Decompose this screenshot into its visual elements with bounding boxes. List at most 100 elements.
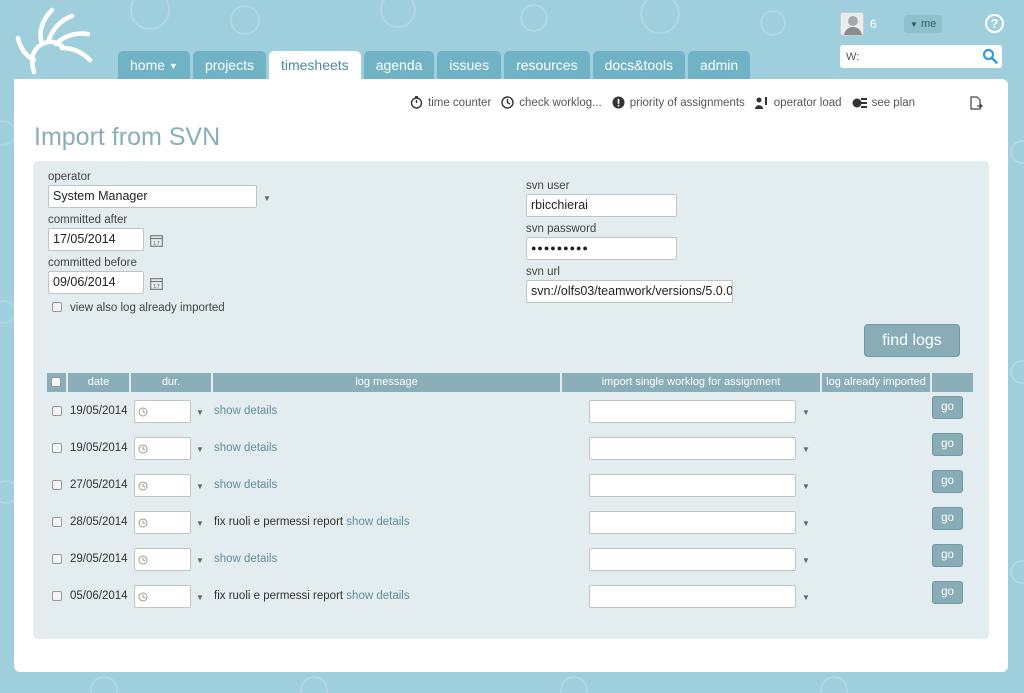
svn-url-field[interactable]: svn://olfs03/teamwork/versions/5.0.0 (526, 280, 733, 303)
chevron-down-icon[interactable]: ▼ (263, 194, 271, 203)
assignment-select[interactable] (589, 548, 796, 571)
duration-field[interactable] (134, 585, 191, 608)
date-column-header[interactable]: date (68, 373, 129, 392)
go-button[interactable]: go (932, 581, 963, 604)
operator-select[interactable]: System Manager (48, 185, 257, 208)
me-menu-button[interactable]: ▼ me (904, 15, 943, 33)
duration-field[interactable] (134, 548, 191, 571)
help-icon[interactable]: ? (985, 14, 1004, 33)
chevron-down-icon[interactable]: ▼ (802, 482, 810, 491)
row-date: 28/05/2014 (70, 516, 128, 528)
svn-user-field[interactable]: rbicchierai (526, 194, 677, 217)
tab-home[interactable]: home ▼ (118, 51, 190, 79)
log-message: fix ruoli e permessi report show details (214, 590, 410, 602)
search-icon[interactable] (982, 48, 998, 64)
plan-icon (852, 98, 867, 108)
assignment-select[interactable] (589, 400, 796, 423)
assignment-select[interactable] (589, 437, 796, 460)
assignment-select[interactable] (589, 474, 796, 497)
clock-icon (138, 518, 148, 528)
svn-user-label: svn user (526, 180, 570, 192)
tab-agenda[interactable]: agenda (363, 51, 435, 79)
go-button[interactable]: go (932, 544, 963, 567)
view-also-imported-checkbox[interactable] (52, 302, 62, 312)
show-details-link[interactable]: show details (346, 590, 409, 602)
svn-password-field[interactable]: ●●●●●●●●● (526, 237, 677, 260)
clock-icon (138, 407, 148, 417)
go-button[interactable]: go (932, 470, 963, 493)
row-checkbox[interactable] (52, 554, 62, 564)
tab-docs-tools[interactable]: docs&tools (592, 51, 686, 79)
chevron-down-icon[interactable]: ▼ (802, 519, 810, 528)
duration-field[interactable] (134, 400, 191, 423)
find-logs-button[interactable]: find logs (864, 324, 960, 357)
tab-timesheets[interactable]: timesheets (268, 51, 361, 79)
show-details-link[interactable]: show details (214, 479, 277, 491)
committed-before-field[interactable]: 09/06/2014 (48, 271, 144, 294)
duration-field[interactable] (134, 511, 191, 534)
show-details-link[interactable]: show details (346, 516, 409, 528)
show-details-link[interactable]: show details (214, 442, 277, 454)
log-message: show details (214, 405, 277, 417)
clock-icon (138, 592, 148, 602)
tab-projects[interactable]: projects (192, 51, 266, 79)
show-details-link[interactable]: show details (214, 405, 277, 417)
user-count: 6 (870, 17, 877, 31)
tab-resources[interactable]: resources (504, 51, 590, 79)
row-date: 19/05/2014 (70, 405, 128, 417)
svg-text:17: 17 (153, 284, 160, 290)
app-logo-hand-icon[interactable] (12, 2, 98, 78)
see-plan-link[interactable]: see plan (852, 96, 915, 109)
chevron-down-icon[interactable]: ▼ (196, 519, 204, 528)
calendar-icon[interactable]: 17 (150, 277, 163, 290)
assignment-select[interactable] (589, 511, 796, 534)
chevron-down-icon[interactable]: ▼ (802, 445, 810, 454)
clock-icon (138, 555, 148, 565)
chevron-down-icon[interactable]: ▼ (196, 556, 204, 565)
tab-admin[interactable]: admin (688, 51, 751, 79)
go-button[interactable]: go (932, 433, 963, 456)
duration-field[interactable] (134, 437, 191, 460)
operator-label: operator (48, 171, 91, 183)
row-date: 27/05/2014 (70, 479, 128, 491)
stopwatch-icon (410, 96, 423, 109)
duration-column-header[interactable]: dur. (131, 373, 211, 392)
select-all-checkbox[interactable] (51, 377, 61, 387)
svn-password-label: svn password (526, 223, 597, 235)
time-counter-link[interactable]: time counter (410, 96, 491, 109)
chevron-down-icon[interactable]: ▼ (802, 408, 810, 417)
row-checkbox[interactable] (52, 517, 62, 527)
row-checkbox[interactable] (52, 406, 62, 416)
clock-icon (138, 444, 148, 454)
page-title: Import from SVN (34, 123, 221, 151)
committed-after-field[interactable]: 17/05/2014 (48, 228, 144, 251)
calendar-icon[interactable]: 17 (150, 234, 163, 247)
svg-text:17: 17 (153, 241, 160, 247)
assignment-select[interactable] (589, 585, 796, 608)
chevron-down-icon[interactable]: ▼ (196, 445, 204, 454)
go-button[interactable]: go (932, 396, 963, 419)
show-details-link[interactable]: show details (214, 553, 277, 565)
clock-icon (138, 481, 148, 491)
chevron-down-icon[interactable]: ▼ (802, 593, 810, 602)
priority-of-assignments-link[interactable]: priority of assignments (612, 96, 745, 109)
log-message: fix ruoli e permessi report show details (214, 516, 410, 528)
check-worklog-link[interactable]: check worklog... (501, 96, 602, 109)
row-checkbox[interactable] (52, 480, 62, 490)
tab-issues[interactable]: issues (437, 51, 502, 79)
export-icon[interactable] (970, 96, 983, 110)
chevron-down-icon[interactable]: ▼ (196, 593, 204, 602)
operator-load-link[interactable]: operator load (754, 96, 842, 109)
chevron-down-icon[interactable]: ▼ (802, 556, 810, 565)
chevron-down-icon[interactable]: ▼ (196, 408, 204, 417)
go-button[interactable]: go (932, 507, 963, 530)
user-area: 6 (840, 12, 877, 36)
row-checkbox[interactable] (52, 591, 62, 601)
search-input[interactable] (840, 50, 980, 63)
duration-field[interactable] (134, 474, 191, 497)
row-checkbox[interactable] (52, 443, 62, 453)
chevron-down-icon[interactable]: ▼ (196, 482, 204, 491)
avatar[interactable] (840, 12, 864, 36)
import-form: operator System Manager ▼ committed afte… (33, 161, 989, 639)
log-message-column-header[interactable]: log message (213, 373, 560, 392)
